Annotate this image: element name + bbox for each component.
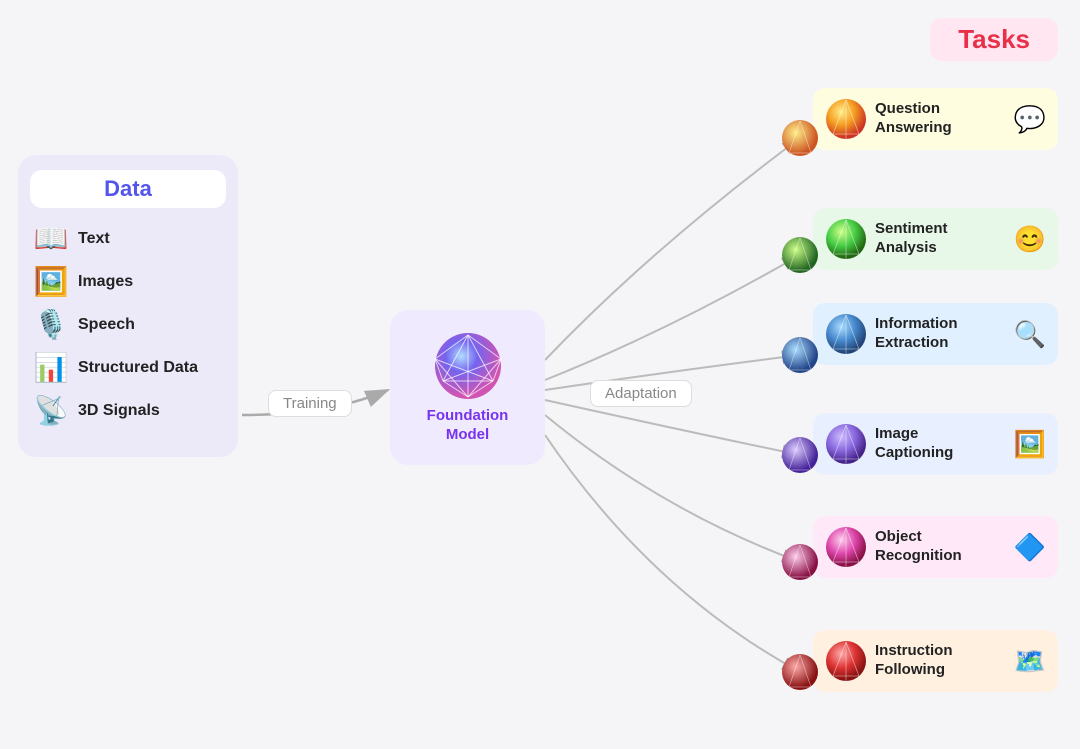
or-label: ObjectRecognition <box>875 528 1006 566</box>
data-item-structured-label: Structured Data <box>78 359 198 377</box>
if-sphere-icon <box>825 640 867 682</box>
or-emoji-icon: 🔷 <box>1014 532 1046 563</box>
or-sphere-icon <box>825 526 867 568</box>
task-card-sa: SentimentAnalysis 😊 <box>813 208 1058 270</box>
images-icon: 🖼️ <box>30 265 72 298</box>
ie-sphere-icon <box>825 313 867 355</box>
data-item-3d: 📡 3D Signals <box>30 394 226 427</box>
data-panel: Data 📖 Text 🖼️ Images 🎙️ Speech 📊 Struct… <box>18 155 238 457</box>
data-item-speech: 🎙️ Speech <box>30 308 226 341</box>
ie-emoji-icon: 🔍 <box>1014 319 1046 350</box>
ic-emoji-icon: 🖼️ <box>1014 429 1046 460</box>
foundation-sphere-icon <box>433 331 503 401</box>
data-title-box: Data <box>30 170 226 208</box>
qa-sphere-icon <box>825 98 867 140</box>
data-item-text: 📖 Text <box>30 222 226 255</box>
ic-label: ImageCaptioning <box>875 425 1006 463</box>
ic-sphere-icon <box>825 423 867 465</box>
tasks-title: Tasks <box>958 24 1030 54</box>
qa-emoji-icon: 💬 <box>1014 104 1046 135</box>
text-icon: 📖 <box>30 222 72 255</box>
foundation-model-label: FoundationModel <box>427 407 509 445</box>
data-item-speech-label: Speech <box>78 316 135 334</box>
data-item-3d-label: 3D Signals <box>78 402 160 420</box>
data-title: Data <box>104 176 152 201</box>
3d-icon: 📡 <box>30 394 72 427</box>
data-item-structured: 📊 Structured Data <box>30 351 226 384</box>
tasks-title-box: Tasks <box>930 18 1058 61</box>
adaptation-label: Adaptation <box>590 380 692 407</box>
task-card-ic: ImageCaptioning 🖼️ <box>813 413 1058 475</box>
task-card-if: InstructionFollowing 🗺️ <box>813 630 1058 692</box>
task-card-or: ObjectRecognition 🔷 <box>813 516 1058 578</box>
data-item-images: 🖼️ Images <box>30 265 226 298</box>
foundation-model-box: FoundationModel <box>390 310 545 465</box>
training-label: Training <box>268 390 352 417</box>
qa-label: QuestionAnswering <box>875 100 1006 138</box>
if-emoji-icon: 🗺️ <box>1014 646 1046 677</box>
task-card-ie: InformationExtraction 🔍 <box>813 303 1058 365</box>
task-card-qa: QuestionAnswering 💬 <box>813 88 1058 150</box>
data-item-text-label: Text <box>78 230 110 248</box>
speech-icon: 🎙️ <box>30 308 72 341</box>
sa-label: SentimentAnalysis <box>875 220 1006 258</box>
sa-sphere-icon <box>825 218 867 260</box>
data-item-images-label: Images <box>78 273 133 291</box>
ie-label: InformationExtraction <box>875 315 1006 353</box>
structured-icon: 📊 <box>30 351 72 384</box>
if-label: InstructionFollowing <box>875 642 1006 680</box>
sa-emoji-icon: 😊 <box>1014 224 1046 255</box>
